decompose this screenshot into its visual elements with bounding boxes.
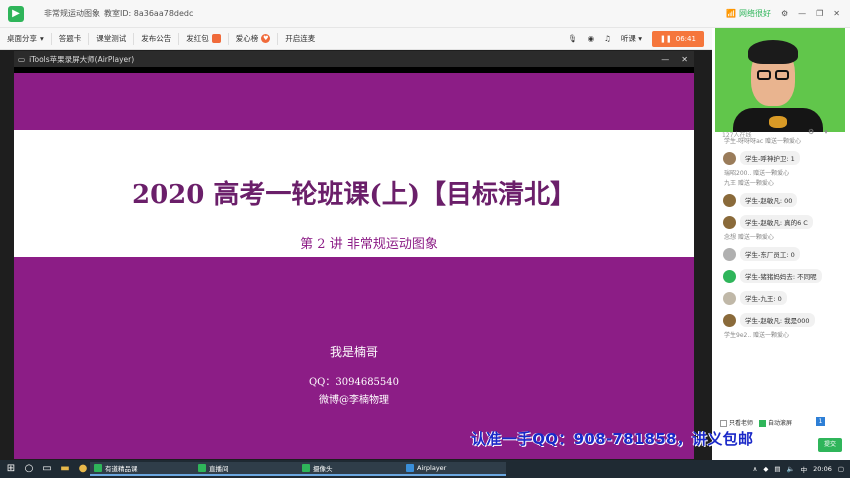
avatar[interactable] — [723, 269, 736, 283]
taskbar-app-airplayer[interactable]: Airplayer — [402, 462, 506, 476]
camera-icon[interactable]: ◉ — [588, 34, 595, 43]
settings-icon[interactable]: ⚙ — [781, 9, 788, 18]
app-icon — [198, 464, 206, 472]
avatar[interactable] — [723, 247, 736, 261]
record-timer-button[interactable]: ❚❚ 06:41 — [652, 30, 704, 47]
microphone-icon[interactable]: 🎙 — [568, 34, 578, 43]
app-logo-icon: ▶ — [8, 5, 24, 22]
send-button[interactable]: 提交 — [818, 438, 842, 452]
desktop-share-button[interactable]: 桌面分享 ▾ — [0, 32, 52, 45]
chat-bubble: 学生-东厂员工: 0 — [740, 247, 800, 261]
wifi-icon: 📶 — [725, 9, 736, 18]
chat-options: 只看老师 自动滚屏 — [720, 418, 792, 427]
clock[interactable]: 20:06 — [813, 465, 832, 473]
avatar[interactable] — [723, 313, 736, 327]
lesson-title: 非常规运动图象 — [44, 9, 100, 18]
listen-dropdown[interactable]: 听课 ▾ — [621, 33, 642, 44]
chrome-icon[interactable]: ● — [76, 462, 90, 476]
chat-system-notice: 学生-呀呀呀ac 赠送一颗爱心 — [724, 138, 802, 145]
search-icon[interactable]: ○ — [22, 462, 36, 476]
network-icon[interactable]: ▤ — [774, 465, 780, 473]
chat-bubble: 学生-九王: 0 — [740, 291, 787, 305]
red-packet-icon — [211, 34, 221, 43]
red-packet-button[interactable]: 发红包 — [179, 32, 229, 45]
watermark-overlay: 认准一手QQ：908-781858，讲义包邮 — [471, 430, 754, 448]
chat-bubble: 学生-呼神护卫: 1 — [740, 151, 800, 165]
folder-icon[interactable]: ▬ — [58, 462, 72, 476]
announcement-button[interactable]: 发布公告 — [134, 32, 180, 45]
love-rank-button[interactable]: 爱心榜 ♥ — [229, 32, 279, 45]
airplayer-close-icon[interactable]: ✕ — [681, 55, 688, 64]
count-badge: 1 — [816, 417, 825, 426]
mic-link-button[interactable]: 开启连麦 — [278, 33, 322, 45]
avatar[interactable] — [723, 151, 736, 165]
gear-icon[interactable]: ⚙ — [808, 128, 814, 136]
slide-title: 2020 高考一轮班课(上)【目标清北】 — [131, 180, 577, 210]
chat-bubble: 学生-赵敏凡: 00 — [740, 193, 798, 207]
system-tray: ∧ ◆ ▤ 🔈 中 20:06 ▢ — [753, 464, 850, 474]
room-id: 教室ID: 8a36aa78dedc — [104, 9, 194, 18]
app-icon — [94, 464, 102, 472]
chat-system-notice: 瑞昭200.. 赠送一颗爱心 — [724, 170, 790, 177]
chat-message: 学生-赵敏凡: 00 — [723, 189, 846, 211]
chat-system-notice: 九王 赠送一颗爱心 — [724, 180, 774, 187]
more-icon[interactable]: ▾ — [824, 128, 828, 136]
chat-message: 学生-猪猪妈妈去: 不同呢 — [723, 265, 846, 287]
chat-system-notice: 念想 赠送一颗爱心 — [724, 234, 774, 241]
airplayer-window: ▭ iTools苹果录屏大师(AirPlayer) — ✕ 2020 高考一轮班课… — [14, 51, 694, 459]
teacher-toolbar: 桌面分享 ▾ 答题卡 课堂测试 发布公告 发红包 爱心榜 ♥ 开启连麦 🎙 ◉ ♫ … — [0, 28, 712, 50]
chat-message: 学生-东厂员工: 0 — [723, 243, 846, 265]
music-icon[interactable]: ♫ — [604, 34, 611, 43]
pause-icon: ❚❚ — [660, 34, 672, 43]
chat-message: 学生-九王: 0 — [723, 287, 846, 309]
airplayer-titlebar: ▭ iTools苹果录屏大师(AirPlayer) — ✕ — [14, 51, 694, 67]
answer-card-button[interactable]: 答题卡 — [52, 32, 90, 45]
webcam-feed — [715, 28, 845, 132]
taskbar-app-camera[interactable]: 摄像头 — [298, 462, 402, 476]
volume-icon[interactable]: 🔈 — [787, 465, 795, 473]
windows-start-icon[interactable]: ⊞ — [4, 462, 18, 476]
taskbar-app-live[interactable]: 直播间 — [194, 462, 298, 476]
chevron-down-icon: ▾ — [40, 34, 44, 43]
avatar[interactable] — [723, 193, 736, 207]
chat-list[interactable]: 学生-呀呀呀ac 赠送一颗爱心学生-呼神护卫: 1 瑞昭200.. 赠送一颗爱心九… — [718, 137, 846, 341]
chat-system-notice: 学生9e2.. 赠送一颗爱心 — [724, 332, 790, 339]
taskbar-app-youdao[interactable]: 有道精品课 — [90, 462, 194, 476]
avatar[interactable] — [723, 215, 736, 229]
chat-message: 学生-赵敏凡: 我是000 — [723, 309, 846, 331]
only-teacher-checkbox[interactable]: 只看老师 — [720, 418, 753, 427]
presenter-qq: QQ：3094685540 — [308, 377, 400, 388]
avatar[interactable] — [723, 291, 736, 305]
airplayer-minimize-icon[interactable]: — — [661, 55, 669, 64]
presenter-weibo: 微博@李楠物理 — [319, 395, 389, 406]
chat-bubble: 学生-赵敏凡: 我是000 — [740, 313, 815, 327]
chat-message: 学生-赵敏凡: 真的6 C — [723, 211, 846, 233]
title-bar: ▶ 非常规运动图象 教室ID: 8a36aa78dedc 📶 网络很好 ⚙ — ❐… — [0, 0, 850, 28]
class-quiz-button[interactable]: 课堂测试 — [89, 32, 135, 45]
tray-app-icon[interactable]: ◆ — [763, 465, 768, 473]
restore-icon[interactable]: ❐ — [816, 9, 823, 18]
minimize-icon[interactable]: — — [798, 9, 806, 18]
lecture-slide: 2020 高考一轮班课(上)【目标清北】 第 2 讲 非常规运动图象 我是楠哥 … — [14, 73, 694, 459]
app-icon — [302, 464, 310, 472]
tray-up-icon[interactable]: ∧ — [753, 465, 758, 473]
close-icon[interactable]: ✕ — [833, 9, 840, 18]
presenter-name: 我是楠哥 — [329, 345, 378, 359]
notification-icon[interactable]: ▢ — [838, 465, 844, 473]
chat-message: 学生-呼神护卫: 1 — [723, 147, 846, 169]
airplay-icon: ▭ — [18, 54, 26, 64]
taskbar: ⊞ ○ ▭ ▬ ● 有道精品课 直播间 摄像头 Airplayer ∧ ◆ ▤ … — [0, 460, 850, 478]
auto-scroll-checkbox[interactable]: 自动滚屏 — [759, 418, 792, 427]
ime-indicator[interactable]: 中 — [801, 464, 808, 474]
app-icon — [406, 464, 414, 472]
network-status: 📶 网络很好 — [725, 9, 771, 18]
slide-subtitle: 第 2 讲 非常规运动图象 — [300, 237, 438, 252]
chat-bubble: 学生-赵敏凡: 真的6 C — [740, 215, 813, 229]
panel-controls: ⚙ ▾ — [808, 128, 828, 136]
chat-bubble: 学生-猪猪妈妈去: 不同呢 — [740, 269, 822, 283]
heart-icon: ♥ — [261, 34, 271, 43]
task-view-icon[interactable]: ▭ — [40, 462, 54, 476]
